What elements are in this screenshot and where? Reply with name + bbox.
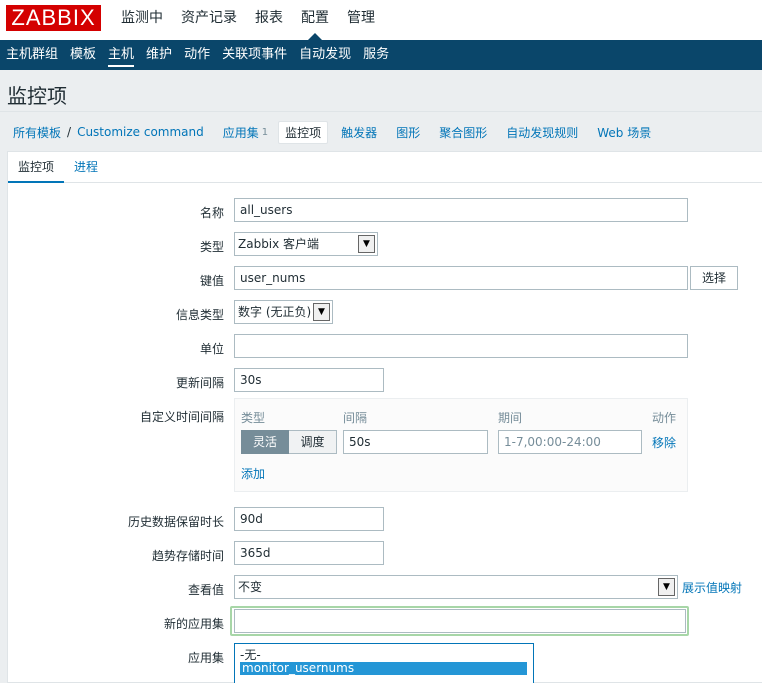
update-interval-label: 更新间隔	[175, 376, 224, 390]
main-nav-monitoring[interactable]: 监测中	[112, 0, 172, 40]
sub-nav-correlation[interactable]: 关联项事件	[216, 40, 293, 70]
breadcrumb-all-templates[interactable]: 所有模板	[13, 124, 61, 141]
custom-intervals-label: 自定义时间间隔	[139, 410, 224, 424]
tab-process[interactable]: 进程	[74, 152, 98, 183]
history-label: 历史数据保留时长	[127, 515, 224, 529]
new-application-input[interactable]	[234, 609, 686, 633]
name-input[interactable]: all_users	[234, 198, 688, 222]
new-application-label: 新的应用集	[163, 617, 224, 631]
select-key-button[interactable]: 选择	[690, 266, 738, 290]
flexible-option[interactable]: 灵活	[241, 430, 289, 454]
sub-nav-host-groups[interactable]: 主机群组	[0, 40, 64, 70]
main-nav-reports[interactable]: 报表	[246, 0, 292, 40]
units-label: 单位	[199, 342, 224, 356]
application-option-monitor-usernums[interactable]: monitor_usernums	[240, 662, 527, 675]
form-tabs: 监控项 进程	[8, 152, 762, 183]
trends-input[interactable]: 365d	[234, 541, 384, 565]
add-interval-link[interactable]: 添加	[241, 465, 265, 482]
info-type-label: 信息类型	[175, 308, 224, 322]
item-form-panel: 监控项 进程 名称 all_users 类型 Zabbix 客户端 ▼ 键值 u…	[7, 151, 762, 683]
main-nav-inventory[interactable]: 资产记录	[172, 0, 246, 40]
breadcrumb-items[interactable]: 监控项	[278, 120, 329, 144]
tab-item[interactable]: 监控项	[8, 152, 65, 183]
info-type-select-value: 数字 (无正负)	[238, 305, 312, 319]
main-nav-configuration[interactable]: 配置	[292, 0, 338, 40]
breadcrumb-template[interactable]: Customize command	[77, 125, 204, 139]
value-map-label: 查看值	[187, 583, 224, 597]
info-type-select[interactable]: 数字 (无正负) ▼	[234, 300, 333, 324]
type-label: 类型	[199, 240, 224, 254]
sub-nav: 主机群组 模板 主机 维护 动作 关联项事件 自动发现 服务	[0, 40, 762, 70]
zabbix-logo[interactable]: ZABBIX	[6, 5, 101, 31]
applications-count: 1	[261, 126, 269, 138]
units-input[interactable]	[234, 334, 688, 358]
applications-label: 应用集	[187, 651, 224, 665]
sub-nav-templates[interactable]: 模板	[64, 40, 102, 70]
scheduling-option[interactable]: 调度	[289, 430, 337, 454]
main-nav-administration[interactable]: 管理	[338, 0, 384, 40]
interval-type-toggle: 灵活 调度	[241, 430, 337, 454]
chevron-down-icon: ▼	[313, 303, 330, 321]
header-divider	[0, 111, 762, 112]
sub-nav-actions[interactable]: 动作	[178, 40, 216, 70]
custom-intervals-box: 类型 间隔 期间 动作 灵活 调度 50s 1-7,00:00-24:00 移除…	[234, 398, 688, 492]
col-type-header: 类型	[241, 411, 266, 425]
breadcrumb-discovery-rules[interactable]: 自动发现规则	[506, 124, 578, 141]
sub-nav-services[interactable]: 服务	[357, 40, 395, 70]
sub-nav-maintenance[interactable]: 维护	[140, 40, 178, 70]
chevron-down-icon: ▼	[358, 235, 375, 253]
breadcrumb-screens[interactable]: 聚合图形	[439, 124, 487, 141]
breadcrumb-web-scenarios[interactable]: Web 场景	[597, 124, 651, 141]
custom-interval-input[interactable]: 50s	[343, 430, 488, 454]
breadcrumb-separator: /	[67, 125, 72, 139]
page-title: 监控项	[7, 84, 67, 108]
remove-interval-link[interactable]: 移除	[652, 434, 676, 451]
update-interval-input[interactable]: 30s	[234, 368, 384, 392]
breadcrumb: 所有模板 / Customize command 应用集 1 监控项 触发器 图…	[13, 120, 670, 144]
custom-period-input[interactable]: 1-7,00:00-24:00	[498, 430, 642, 454]
breadcrumb-triggers[interactable]: 触发器	[341, 124, 377, 141]
key-input[interactable]: user_nums	[234, 266, 688, 290]
history-input[interactable]: 90d	[234, 507, 384, 531]
sub-nav-discovery[interactable]: 自动发现	[293, 40, 357, 70]
col-action-header: 动作	[652, 411, 677, 425]
show-value-mappings-link[interactable]: 展示值映射	[682, 579, 742, 596]
value-map-select[interactable]: 不变 ▼	[234, 575, 678, 599]
type-select-value: Zabbix 客户端	[238, 237, 320, 251]
col-period-header: 期间	[498, 411, 523, 425]
trends-label: 趋势存储时间	[151, 549, 224, 563]
sub-nav-hosts[interactable]: 主机	[102, 40, 140, 70]
breadcrumb-graphs[interactable]: 图形	[396, 124, 420, 141]
main-nav: 监测中 资产记录 报表 配置 管理	[112, 0, 384, 40]
name-label: 名称	[199, 206, 224, 220]
top-bar: ZABBIX 监测中 资产记录 报表 配置 管理	[0, 0, 762, 40]
col-interval-header: 间隔	[343, 411, 368, 425]
chevron-down-icon: ▼	[658, 578, 675, 596]
breadcrumb-applications[interactable]: 应用集	[223, 124, 259, 141]
key-label: 键值	[199, 274, 224, 288]
type-select[interactable]: Zabbix 客户端 ▼	[234, 232, 378, 256]
value-map-select-value: 不变	[238, 580, 263, 594]
applications-listbox[interactable]: -无- monitor_usernums	[234, 643, 534, 683]
